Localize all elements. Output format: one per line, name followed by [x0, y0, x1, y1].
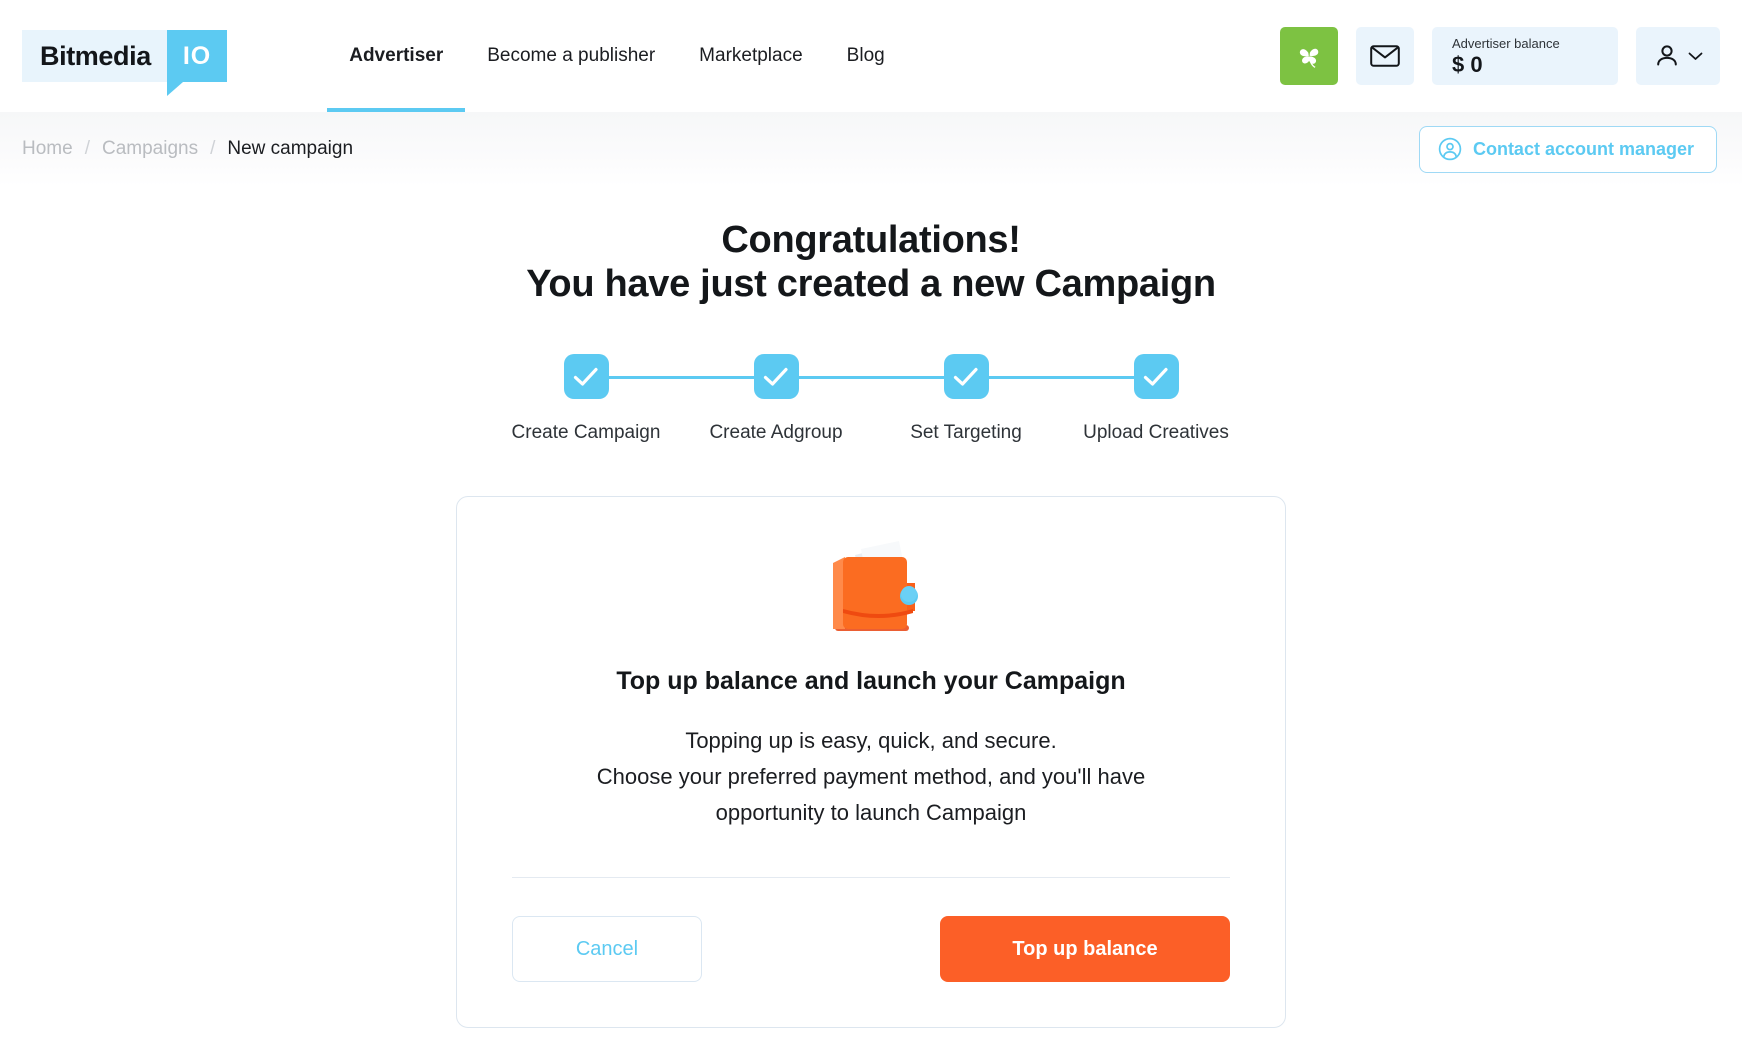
check-icon: [1143, 367, 1168, 386]
page-title: Congratulations! You have just created a…: [0, 218, 1742, 306]
messages-button[interactable]: [1356, 27, 1414, 85]
envelope-icon: [1370, 45, 1400, 67]
breadcrumb: Home / Campaigns / New campaign: [22, 138, 353, 160]
check-icon: [573, 367, 598, 386]
nav-item-label: Blog: [846, 45, 885, 66]
advertiser-balance[interactable]: Advertiser balance $ 0: [1432, 27, 1618, 85]
wallet-illustration: [512, 539, 1230, 635]
nav-item-advertiser[interactable]: Advertiser: [327, 0, 466, 112]
step-label: Create Campaign: [511, 422, 661, 443]
step-label: Set Targeting: [910, 422, 1022, 443]
logo-word: Bitmedia: [22, 30, 167, 82]
balance-value: $ 0: [1452, 52, 1483, 77]
breadcrumb-item-campaigns[interactable]: Campaigns: [102, 138, 198, 160]
step-create-campaign[interactable]: Create Campaign: [491, 354, 681, 444]
card-body: Topping up is easy, quick, and secure. C…: [512, 723, 1230, 831]
logo-tag: IO: [166, 30, 228, 96]
balance-label: Advertiser balance: [1452, 36, 1560, 51]
page-title-line1: Congratulations!: [721, 219, 1021, 261]
check-icon: [953, 367, 978, 386]
breadcrumb-separator: /: [210, 138, 216, 159]
card-body-line1: Topping up is easy, quick, and secure.: [685, 728, 1057, 753]
account-menu-button[interactable]: [1636, 27, 1720, 85]
step-set-targeting[interactable]: Set Targeting: [871, 354, 1061, 444]
nav-item-become-a-publisher[interactable]: Become a publisher: [465, 0, 677, 112]
nav-item-marketplace[interactable]: Marketplace: [677, 0, 825, 112]
breadcrumb-separator: /: [84, 138, 90, 159]
chevron-down-icon: [1688, 52, 1702, 60]
contact-account-manager-button[interactable]: Contact account manager: [1418, 125, 1717, 173]
user-circle-icon: [1438, 137, 1462, 161]
clover-button[interactable]: [1280, 27, 1338, 85]
progress-steps: Create Campaign Create Adgroup Set Targe…: [491, 354, 1251, 444]
nav-item-label: Become a publisher: [487, 45, 656, 66]
nav-item-label: Marketplace: [699, 45, 803, 66]
step-status-box: [1133, 354, 1179, 399]
card-divider: [512, 877, 1230, 878]
user-icon: [1656, 45, 1677, 66]
card-actions: Cancel Top up balance: [512, 916, 1230, 982]
step-create-adgroup[interactable]: Create Adgroup: [681, 354, 871, 444]
card-body-line2: Choose your preferred payment method, an…: [596, 764, 1146, 789]
card-title: Top up balance and launch your Campaign: [616, 667, 1126, 695]
top-up-balance-button[interactable]: Top up balance: [940, 916, 1230, 982]
clover-icon: [1299, 48, 1319, 68]
step-label: Create Adgroup: [709, 422, 843, 443]
contact-account-manager-label: Contact account manager: [1472, 138, 1694, 159]
header-actions: Advertiser balance $ 0: [1280, 27, 1720, 85]
site-header: Bitmedia IO Advertiser Become a publishe…: [0, 0, 1742, 112]
logo[interactable]: Bitmedia IO: [22, 30, 228, 96]
page-root: Bitmedia IO Advertiser Become a publishe…: [0, 0, 1742, 1062]
nav-item-label: Advertiser: [349, 45, 444, 66]
step-label: Upload Creatives: [1083, 422, 1229, 443]
cancel-button[interactable]: Cancel: [512, 916, 702, 982]
step-status-box: [943, 354, 989, 399]
breadcrumb-item-new-campaign: New campaign: [227, 138, 354, 159]
step-status-box: [753, 354, 799, 399]
check-icon: [763, 367, 788, 386]
topup-card: Top up balance and launch your Campaign …: [456, 496, 1286, 1028]
main-nav: Advertiser Become a publisher Marketplac…: [327, 0, 906, 112]
step-status-box: [563, 354, 609, 399]
wallet-icon: [833, 541, 918, 631]
breadcrumb-item-home[interactable]: Home: [22, 138, 73, 160]
nav-item-blog[interactable]: Blog: [825, 0, 907, 112]
page-title-line2: You have just created a new Campaign: [526, 263, 1216, 305]
breadcrumb-bar: Home / Campaigns / New campaign Contact …: [0, 112, 1742, 186]
main-content: Congratulations! You have just created a…: [0, 186, 1742, 1028]
step-upload-creatives[interactable]: Upload Creatives: [1061, 354, 1251, 444]
card-body-line3: opportunity to launch Campaign: [715, 800, 1027, 825]
